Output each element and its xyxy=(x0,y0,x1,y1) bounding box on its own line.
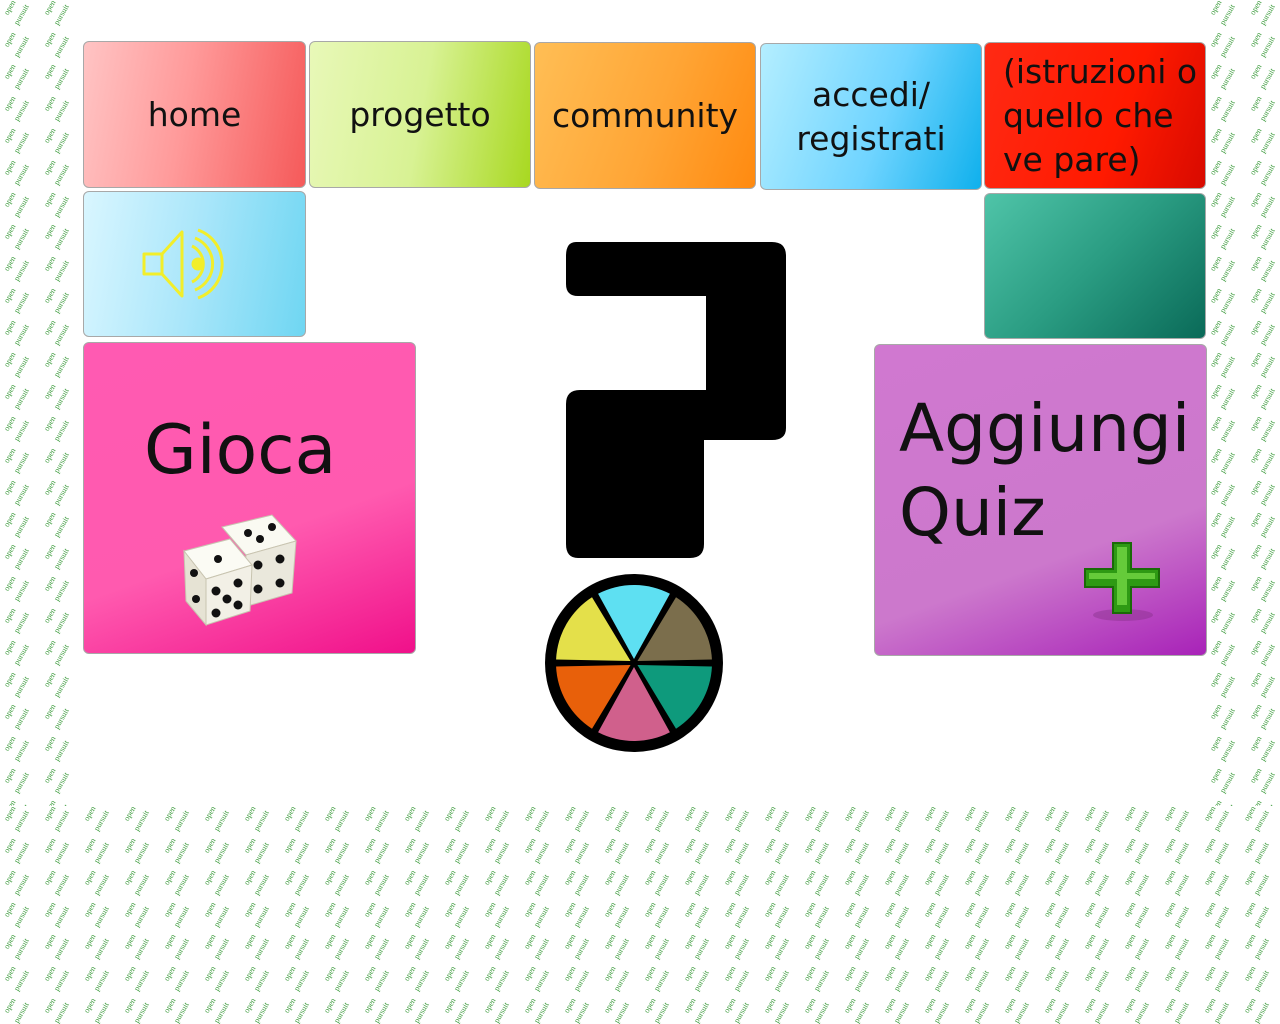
dice-icon xyxy=(183,514,297,627)
nav-home-label: home xyxy=(147,94,242,134)
speaker-icon xyxy=(142,228,224,300)
question-mark-icon xyxy=(566,242,786,558)
nav-accedi-line1: accedi/ xyxy=(811,74,931,114)
watermark-pattern-right xyxy=(1206,0,1280,810)
nav-istruzioni-label: (istruzioni o quello che ve pare) xyxy=(985,50,1197,182)
aggiungi-line1: Aggiungi xyxy=(899,390,1191,467)
nav-accedi-label: accedi/ registrati xyxy=(796,73,945,161)
plus-icon xyxy=(1084,542,1160,621)
nav-progetto-label: progetto xyxy=(349,94,491,134)
nav-progetto-button[interactable]: progetto xyxy=(309,41,531,188)
gioca-label: Gioca xyxy=(144,411,337,490)
green-tile[interactable] xyxy=(984,193,1206,339)
gioca-button[interactable]: Gioca xyxy=(83,342,416,654)
aggiungi-quiz-button[interactable]: Aggiungi Quiz xyxy=(874,344,1207,656)
nav-accedi-registrati-button[interactable]: accedi/ registrati xyxy=(760,43,982,190)
nav-istruzioni-line2: quello che xyxy=(1003,95,1174,135)
audio-toggle-button[interactable] xyxy=(83,191,306,337)
nav-istruzioni-button[interactable]: (istruzioni o quello che ve pare) xyxy=(984,42,1206,189)
nav-istruzioni-line1: (istruzioni o xyxy=(1003,51,1198,91)
trivia-wheel-icon xyxy=(545,574,723,752)
nav-istruzioni-line3: ve pare) xyxy=(1003,139,1141,179)
nav-home-button[interactable]: home xyxy=(83,41,306,188)
watermark-pattern-bottom xyxy=(0,806,1280,1024)
aggiungi-quiz-label: Aggiungi Quiz xyxy=(899,387,1190,555)
nav-accedi-line2: registrati xyxy=(796,118,946,158)
watermark-pattern-left xyxy=(0,0,78,810)
nav-community-label: community xyxy=(551,95,739,135)
nav-community-button[interactable]: community xyxy=(534,42,756,189)
